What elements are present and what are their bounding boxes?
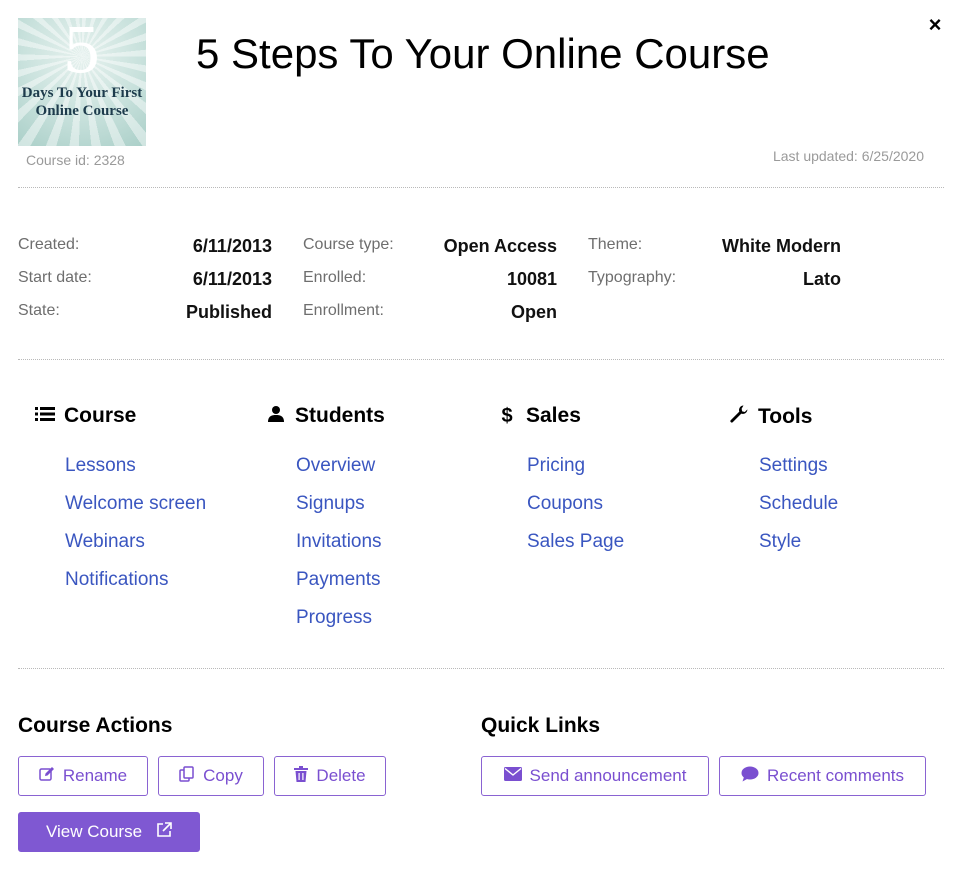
section-sales-title: Sales bbox=[526, 404, 581, 427]
last-updated: Last updated: 6/25/2020 bbox=[772, 148, 924, 164]
enrollment-label: Enrollment: bbox=[303, 302, 384, 319]
link-lessons[interactable]: Lessons bbox=[65, 455, 136, 477]
link-schedule[interactable]: Schedule bbox=[759, 493, 838, 515]
link-progress[interactable]: Progress bbox=[296, 607, 372, 629]
close-icon[interactable]: × bbox=[924, 14, 946, 36]
section-tools-title: Tools bbox=[758, 404, 813, 428]
theme-label: Theme: bbox=[588, 236, 643, 253]
send-announcement-button[interactable]: Send announcement bbox=[481, 756, 709, 796]
course-id: Course id: 2328 bbox=[26, 152, 125, 168]
enrolled-value: 10081 bbox=[506, 269, 557, 289]
link-payments[interactable]: Payments bbox=[296, 569, 380, 591]
link-overview[interactable]: Overview bbox=[296, 455, 375, 477]
user-icon bbox=[265, 405, 287, 428]
link-welcome-screen[interactable]: Welcome screen bbox=[65, 493, 206, 515]
comment-icon bbox=[741, 766, 759, 786]
state-label: State: bbox=[18, 302, 60, 319]
link-coupons[interactable]: Coupons bbox=[527, 493, 603, 515]
course-type-label: Course type: bbox=[303, 236, 394, 253]
link-sales-page[interactable]: Sales Page bbox=[527, 531, 624, 553]
send-announcement-label: Send announcement bbox=[529, 766, 687, 785]
start-date-value: 6/11/2013 bbox=[192, 269, 272, 289]
copy-icon bbox=[179, 766, 195, 786]
enrolled-label: Enrolled: bbox=[303, 269, 367, 286]
theme-value: White Modern bbox=[722, 236, 841, 256]
divider bbox=[18, 668, 944, 669]
wrench-icon bbox=[728, 404, 750, 429]
link-settings[interactable]: Settings bbox=[759, 455, 828, 477]
section-students-title: Students bbox=[295, 404, 385, 427]
envelope-icon bbox=[503, 767, 522, 785]
section-sales: $ Sales bbox=[496, 404, 581, 428]
course-actions-title: Course Actions bbox=[18, 714, 173, 737]
section-course-title: Course bbox=[64, 404, 137, 427]
copy-label: Copy bbox=[203, 766, 243, 785]
list-icon bbox=[34, 406, 56, 427]
start-date-label: Start date: bbox=[18, 269, 92, 286]
link-notifications[interactable]: Notifications bbox=[65, 569, 169, 591]
created-label: Created: bbox=[18, 236, 80, 253]
quick-links-title: Quick Links bbox=[481, 714, 601, 737]
external-link-icon bbox=[156, 822, 172, 842]
typography-value: Lato bbox=[803, 269, 841, 289]
section-tools: Tools bbox=[728, 404, 812, 429]
divider bbox=[18, 359, 944, 360]
course-thumbnail: 5 Days To Your First Online Course bbox=[18, 18, 146, 146]
section-course: Course bbox=[34, 404, 136, 428]
recent-comments-button[interactable]: Recent comments bbox=[719, 756, 926, 796]
delete-label: Delete bbox=[316, 766, 366, 785]
link-pricing[interactable]: Pricing bbox=[527, 455, 585, 477]
typography-label: Typography: bbox=[588, 269, 677, 286]
link-style[interactable]: Style bbox=[759, 531, 801, 553]
recent-comments-label: Recent comments bbox=[767, 766, 904, 785]
rename-button[interactable]: Rename bbox=[18, 756, 148, 796]
page-title: 5 Steps To Your Online Course bbox=[196, 30, 770, 77]
divider bbox=[18, 187, 944, 188]
view-course-label: View Course bbox=[45, 822, 143, 841]
link-invitations[interactable]: Invitations bbox=[296, 531, 382, 553]
link-webinars[interactable]: Webinars bbox=[65, 531, 145, 553]
thumbnail-number: 5 bbox=[62, 18, 102, 87]
rename-label: Rename bbox=[62, 766, 128, 785]
dollar-icon: $ bbox=[501, 404, 513, 427]
link-signups[interactable]: Signups bbox=[296, 493, 365, 515]
section-students: Students bbox=[265, 404, 385, 428]
delete-button[interactable]: Delete bbox=[274, 756, 386, 796]
created-value: 6/11/2013 bbox=[192, 236, 272, 256]
enrollment-value: Open bbox=[510, 302, 557, 322]
copy-button[interactable]: Copy bbox=[158, 756, 264, 796]
state-value: Published bbox=[185, 302, 272, 322]
edit-icon bbox=[39, 766, 55, 786]
view-course-button[interactable]: View Course bbox=[18, 812, 200, 852]
trash-icon bbox=[294, 766, 309, 786]
course-type-value: Open Access bbox=[443, 236, 557, 256]
thumbnail-caption: Days To Your First Online Course bbox=[21, 85, 143, 119]
